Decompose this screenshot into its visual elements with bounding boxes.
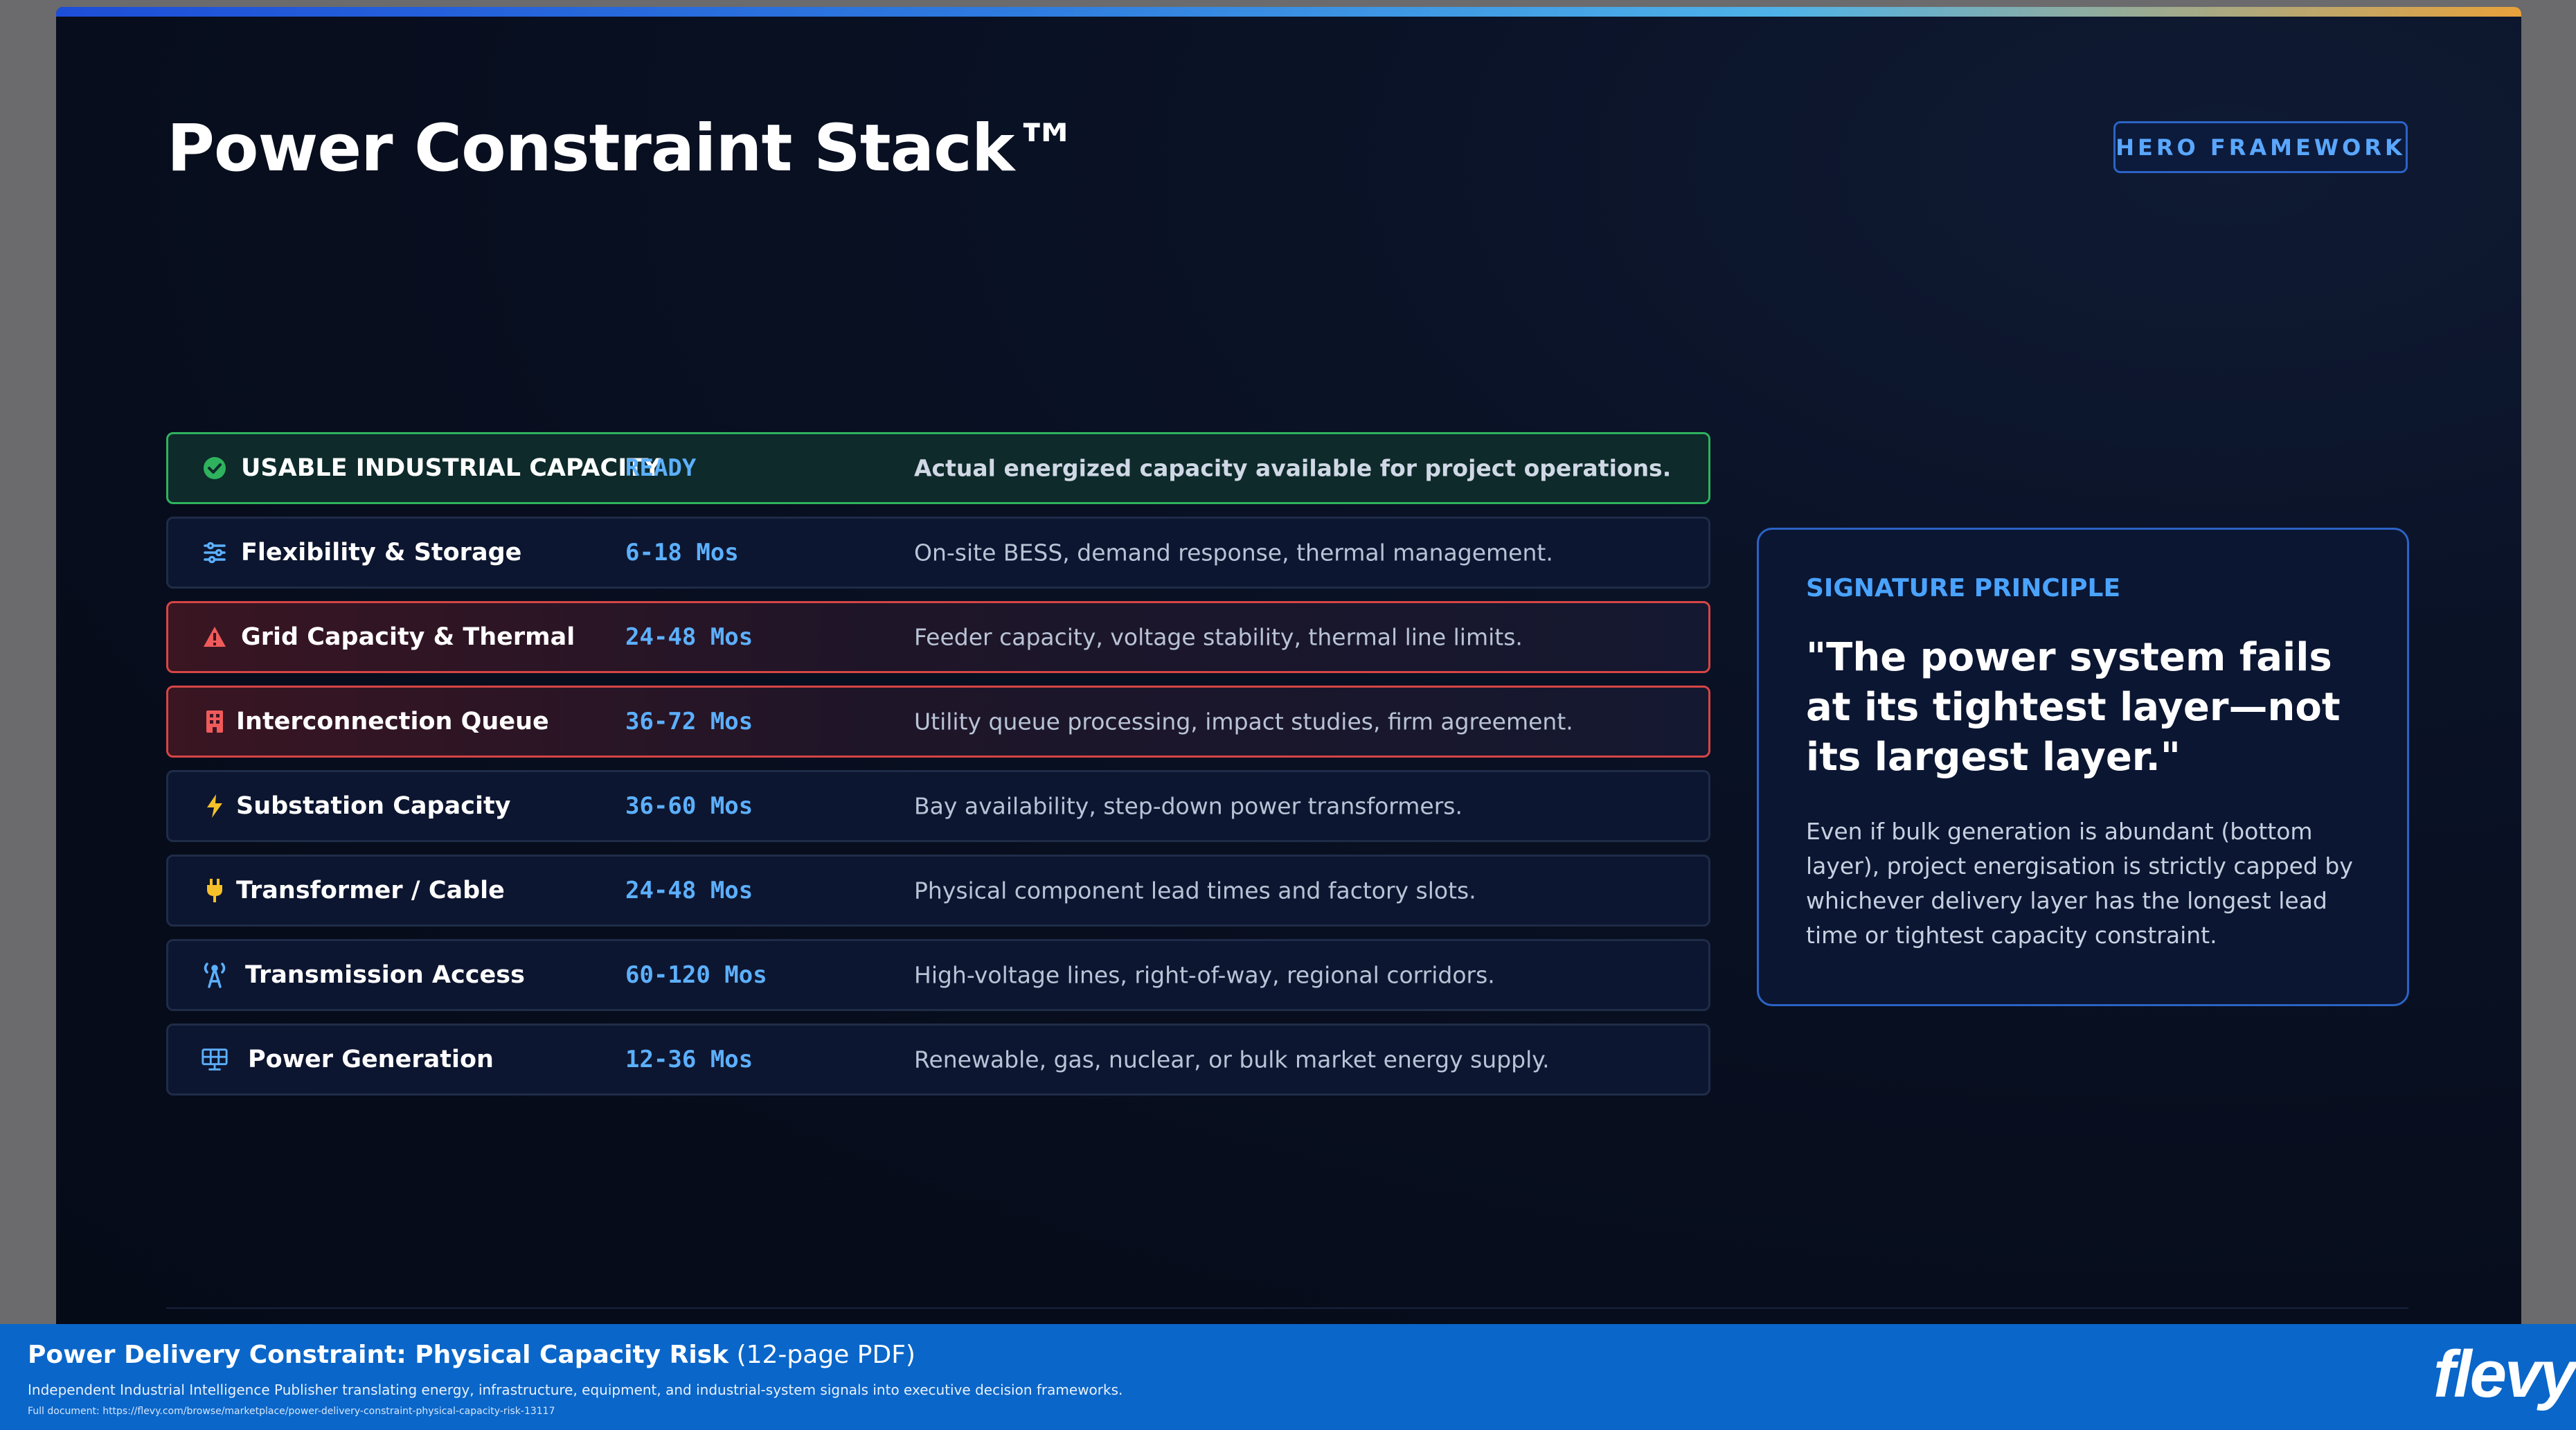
footer-banner: Power Delivery Constraint: Physical Capa… [0,1324,2576,1430]
check-circle-icon [201,454,229,482]
layer-power-generation[interactable]: Power Generation 12-36 Mos Renewable, ga… [166,1024,1710,1096]
lightning-icon [201,792,229,820]
framework-badge: HERO FRAMEWORK [2113,121,2408,173]
layer-name: Substation Capacity [236,792,511,820]
principle-quote: "The power system fails at its tightest … [1806,635,2341,780]
layer-description: Bay availability, step-down power transf… [914,792,1463,820]
layer-transformer-cable[interactable]: Transformer / Cable 24-48 Mos Physical c… [166,855,1710,927]
solar-panel-icon [201,1046,229,1073]
slide: Power Constraint Stack™ HERO FRAMEWORK U… [56,7,2521,1330]
layer-description: Physical component lead times and factor… [914,877,1476,904]
layer-interconnection-queue[interactable]: Interconnection Queue 36-72 Mos Utility … [166,686,1710,758]
slide-accent-bar [56,7,2521,17]
layer-grid-capacity[interactable]: Grid Capacity & Thermal 24-48 Mos Feeder… [166,601,1710,673]
layer-usable-capacity[interactable]: USABLE INDUSTRIAL CAPACITY READY Actual … [166,432,1710,504]
layer-lead-time: 12-36 Mos [625,1046,753,1073]
layer-name: Transmission Access [245,961,525,989]
plug-icon [201,877,229,904]
layer-description: Renewable, gas, nuclear, or bulk market … [914,1046,1550,1073]
document-title-suffix: (12-page PDF) [728,1341,915,1369]
layer-description: On-site BESS, demand response, thermal m… [914,539,1553,566]
layer-name: Flexibility & Storage [241,539,522,566]
document-title-bold: Power Delivery Constraint: Physical Capa… [28,1341,729,1369]
document-title[interactable]: Power Delivery Constraint: Physical Capa… [28,1341,915,1369]
layer-flexibility-storage[interactable]: Flexibility & Storage 6-18 Mos On-site B… [166,517,1710,589]
layer-description: Feeder capacity, voltage stability, ther… [914,623,1523,651]
layer-name: USABLE INDUSTRIAL CAPACITY [241,454,661,482]
publisher-description: Independent Industrial Intelligence Publ… [28,1382,1123,1398]
tower-icon [201,961,229,989]
layer-lead-time: 60-120 Mos [625,961,767,989]
page-title: Power Constraint Stack™ [167,111,1079,186]
layer-description: Actual energized capacity available for … [914,454,1672,482]
principle-label: SIGNATURE PRINCIPLE [1806,574,2121,602]
document-link[interactable]: Full document: https://flevy.com/browse/… [28,1406,555,1417]
sliders-icon [201,539,229,566]
warning-triangle-icon [201,623,229,651]
layer-name: Power Generation [248,1046,494,1073]
layer-description: Utility queue processing, impact studies… [914,708,1573,735]
layer-lead-time: READY [625,454,697,482]
layer-description: High-voltage lines, right-of-way, region… [914,961,1495,989]
layer-name: Interconnection Queue [236,708,549,735]
flevy-logo[interactable]: flevy [2433,1337,2576,1413]
layer-lead-time: 36-72 Mos [625,708,753,735]
building-icon [201,708,229,735]
layer-transmission-access[interactable]: Transmission Access 60-120 Mos High-volt… [166,939,1710,1011]
layer-substation-capacity[interactable]: Substation Capacity 36-60 Mos Bay availa… [166,770,1710,842]
layer-name: Transformer / Cable [236,877,505,904]
layer-lead-time: 36-60 Mos [625,792,753,820]
layer-name: Grid Capacity & Thermal [241,623,575,651]
principle-body: Even if bulk generation is abundant (bot… [1806,818,2353,949]
layer-lead-time: 6-18 Mos [625,539,739,566]
divider [166,1307,2408,1309]
layer-lead-time: 24-48 Mos [625,623,753,651]
signature-principle-card: SIGNATURE PRINCIPLE "The power system fa… [1757,528,2409,1006]
layer-lead-time: 24-48 Mos [625,877,753,904]
